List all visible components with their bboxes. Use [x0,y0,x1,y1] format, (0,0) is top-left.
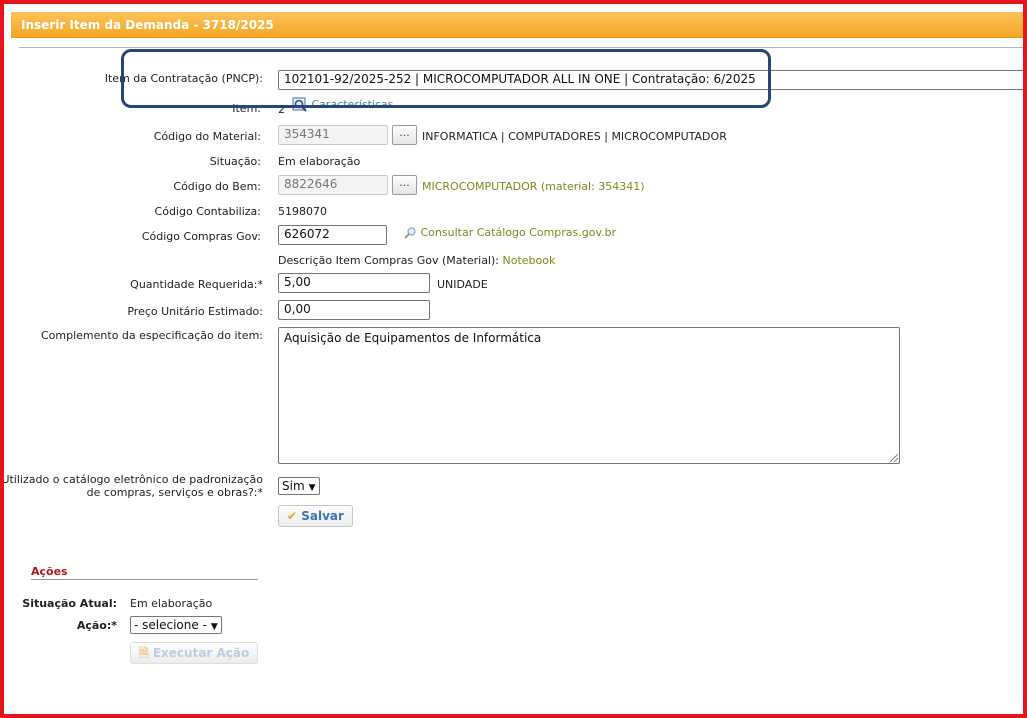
executar-acao-label: Executar Ação [152,646,250,660]
title-divider [19,47,1023,48]
consultar-catalogo-label: Consultar Catálogo Compras.gov.br [420,226,617,239]
situacao-atual-value: Em elaboração [130,597,213,610]
descricao-item-label: Descrição Item Compras Gov (Material): [278,254,499,267]
preco-label: Preço Unitário Estimado: [127,305,263,318]
save-button[interactable]: ✔ Salvar [278,505,353,527]
check-icon: ✔ [287,509,298,523]
acao-label: Ação:* [76,619,117,632]
window-title: Inserir Item da Demanda - 3718/2025 [11,12,1023,38]
codigo-material-field[interactable]: 354341 [278,125,388,145]
codigo-material-label: Código do Material: [153,130,261,143]
preco-field[interactable]: 0,00 [278,300,430,320]
codigo-bem-label: Código do Bem: [173,180,261,193]
acoes-divider [31,579,258,580]
catalogo-label: Utilizado o catálogo eletrônico de padro… [1,473,263,499]
executar-acao-button[interactable]: 🗎 Executar Ação [130,642,259,664]
codigo-material-lookup-button[interactable]: ... [392,125,417,145]
situacao-value: Em elaboração [278,155,361,168]
resize-grip-icon[interactable] [890,454,898,462]
quantidade-field[interactable]: 5,00 [278,273,430,293]
codigo-compras-gov-label: Código Compras Gov: [141,230,261,243]
codigo-bem-field[interactable]: 8822646 [278,175,388,195]
consultar-catalogo-link[interactable]: Consultar Catálogo Compras.gov.br [403,226,616,240]
document-icon: 🗎 [139,646,149,660]
acao-selected: - selecione - [134,618,207,632]
codigo-bem-lookup-button[interactable]: ... [392,175,417,195]
codigo-contabiliza-label: Código Contabiliza: [154,205,261,218]
window-frame: Inserir Item da Demanda - 3718/2025 Item… [0,0,1027,718]
catalogo-selected: Sim [282,479,305,493]
situacao-atual-label: Situação Atual: [22,597,117,610]
situacao-label: Situação: [209,155,261,168]
codigo-bem-description: MICROCOMPUTADOR (material: 354341) [422,180,645,193]
complemento-label: Complemento da especificação do item: [41,329,263,342]
search-icon [404,227,416,239]
quantidade-label: Quantidade Requerida:* [130,278,263,291]
descricao-item-value[interactable]: Notebook [502,254,555,267]
quantidade-unit: UNIDADE [437,278,488,291]
chevron-down-icon: ▼ [210,622,218,632]
complemento-text: Aquisição de Equipamentos de Informática [284,331,542,345]
codigo-contabiliza-value: 5198070 [278,205,327,218]
chevron-down-icon: ▼ [308,483,316,493]
codigo-compras-gov-field[interactable]: 626072 [278,225,387,245]
descricao-item-row: Descrição Item Compras Gov (Material): N… [278,254,555,267]
complemento-textarea[interactable]: Aquisição de Equipamentos de Informática [278,327,900,464]
catalogo-select[interactable]: Sim ▼ [278,477,320,495]
acao-select[interactable]: - selecione - ▼ [130,616,222,634]
save-label: Salvar [301,509,344,523]
codigo-material-description: INFORMATICA | COMPUTADORES | MICROCOMPUT… [422,130,727,143]
acoes-title: Ações [31,565,68,578]
catalogo-label-line1: Utilizado o catálogo eletrônico de padro… [1,473,263,486]
highlight-annotation [121,49,771,108]
catalogo-label-line2: de compras, serviços e obras?:* [86,486,263,499]
